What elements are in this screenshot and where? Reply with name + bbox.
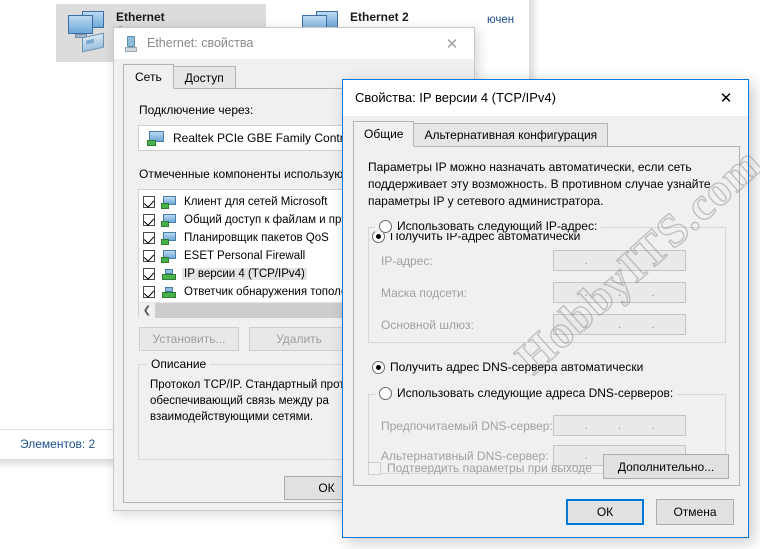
network-connection-icon bbox=[62, 9, 112, 53]
radio-button[interactable] bbox=[379, 219, 392, 233]
ip-address-row: IP-адрес: . . . bbox=[381, 250, 686, 271]
tab-general[interactable]: Общие bbox=[353, 121, 415, 147]
validate-settings-row[interactable]: Подтвердить параметры при выходе bbox=[368, 461, 592, 475]
tab-alternate-config[interactable]: Альтернативная конфигурация bbox=[413, 123, 609, 147]
monitor-network-icon bbox=[161, 213, 177, 227]
radio-button[interactable] bbox=[379, 386, 392, 400]
tab-sharing[interactable]: Доступ bbox=[172, 66, 236, 89]
component-checkbox[interactable] bbox=[143, 232, 155, 244]
preferred-dns-row: Предпочитаемый DNS-сервер: . . . bbox=[381, 415, 686, 436]
connection-status-fragment: ючен bbox=[487, 14, 515, 26]
dialog2-tab-panel: Параметры IP можно назначать автоматичес… bbox=[353, 146, 740, 486]
dialog2-title: Свойства: IP версии 4 (TCP/IPv4) bbox=[355, 90, 556, 105]
connect-through-label: Подключение через: bbox=[139, 103, 254, 117]
default-gateway-input[interactable]: . . . bbox=[553, 314, 686, 335]
subnet-mask-row: Маска подсети: . . . bbox=[381, 282, 686, 303]
subnet-mask-input[interactable]: . . . bbox=[553, 282, 686, 303]
manual-ip-group: Использовать следующий IP-адрес: IP-адре… bbox=[368, 219, 726, 343]
protocol-icon bbox=[161, 268, 177, 281]
component-checkbox[interactable] bbox=[143, 214, 155, 226]
component-checkbox[interactable] bbox=[143, 196, 155, 208]
component-checkbox[interactable] bbox=[143, 250, 155, 262]
connection-name: Ethernet 2 bbox=[350, 10, 409, 24]
radio-label: Использовать следующие адреса DNS-сервер… bbox=[397, 386, 674, 400]
component-label: ESET Personal Firewall bbox=[184, 250, 306, 262]
dialog1-title-bar: Ethernet: свойства ✕ bbox=[114, 28, 474, 60]
validate-settings-checkbox[interactable] bbox=[368, 461, 381, 475]
chevron-left-icon[interactable]: ❮ bbox=[139, 303, 155, 318]
advanced-button[interactable]: Дополнительно... bbox=[603, 454, 729, 479]
close-icon[interactable]: ✕ bbox=[704, 80, 748, 115]
tab-network[interactable]: Сеть bbox=[123, 64, 174, 89]
radio-obtain-dns-auto[interactable]: Получить адрес DNS-сервера автоматически bbox=[372, 360, 643, 374]
component-checkbox[interactable] bbox=[143, 286, 155, 298]
ip-address-input[interactable]: . . . bbox=[553, 250, 686, 271]
intro-text: Параметры IP можно назначать автоматичес… bbox=[368, 160, 711, 208]
install-button[interactable]: Установить... bbox=[139, 327, 239, 351]
dialog2-ok-button[interactable]: ОК bbox=[566, 499, 644, 525]
validate-settings-label: Подтвердить параметры при выходе bbox=[387, 461, 592, 475]
item-count-label: Элементов: 2 bbox=[20, 437, 96, 451]
dialog1-tabs: Сеть Доступ bbox=[123, 64, 236, 89]
ipv4-properties-dialog: Свойства: IP версии 4 (TCP/IPv4) ✕ Общие… bbox=[342, 79, 749, 538]
preferred-dns-input[interactable]: . . . bbox=[553, 415, 686, 436]
connection-name: Ethernet bbox=[116, 10, 165, 24]
monitor-network-icon bbox=[161, 231, 177, 245]
screen: Ethernet Сеть Realte Ethernet 2 ючен Эле… bbox=[0, 0, 760, 549]
default-gateway-row: Основной шлюз: . . . bbox=[381, 314, 686, 335]
default-gateway-label: Основной шлюз: bbox=[381, 317, 474, 332]
radio-use-following-dns[interactable]: Использовать следующие адреса DNS-сервер… bbox=[375, 386, 678, 400]
component-label: Клиент для сетей Microsoft bbox=[184, 196, 328, 208]
protocol-icon bbox=[161, 286, 177, 299]
component-label: Ответчик обнаружения топологии bbox=[184, 286, 365, 298]
component-label: Планировщик пакетов QoS bbox=[184, 232, 329, 244]
radio-use-following-ip[interactable]: Использовать следующий IP-адрес: bbox=[375, 219, 602, 233]
description-caption: Описание bbox=[147, 357, 211, 371]
radio-label: Получить адрес DNS-сервера автоматически bbox=[390, 360, 644, 374]
adapter-icon bbox=[147, 130, 165, 146]
ip-address-label: IP-адрес: bbox=[381, 253, 433, 268]
component-label: IP версии 4 (TCP/IPv4) bbox=[182, 268, 307, 280]
dialog1-title: Ethernet: свойства bbox=[147, 36, 254, 50]
preferred-dns-label: Предпочитаемый DNS-сервер: bbox=[381, 418, 553, 433]
monitor-network-icon bbox=[161, 249, 177, 263]
dialog2-cancel-button[interactable]: Отмена bbox=[656, 499, 734, 525]
subnet-mask-label: Маска подсети: bbox=[381, 285, 468, 300]
monitor-network-icon bbox=[161, 195, 177, 209]
radio-label: Использовать следующий IP-адрес: bbox=[397, 219, 598, 233]
uninstall-button[interactable]: Удалить bbox=[249, 327, 349, 351]
dialog2-title-bar: Свойства: IP версии 4 (TCP/IPv4) ✕ bbox=[343, 80, 748, 116]
radio-button[interactable] bbox=[372, 360, 385, 374]
dialog2-tabs: Общие Альтернативная конфигурация bbox=[353, 121, 609, 147]
network-adapter-icon bbox=[124, 36, 138, 52]
adapter-name: Realtek PCIe GBE Family Controller bbox=[173, 131, 367, 145]
component-checkbox[interactable] bbox=[143, 268, 155, 280]
components-label: Отмеченные компоненты используются эт bbox=[139, 167, 376, 181]
close-icon[interactable]: ✕ bbox=[430, 28, 474, 59]
